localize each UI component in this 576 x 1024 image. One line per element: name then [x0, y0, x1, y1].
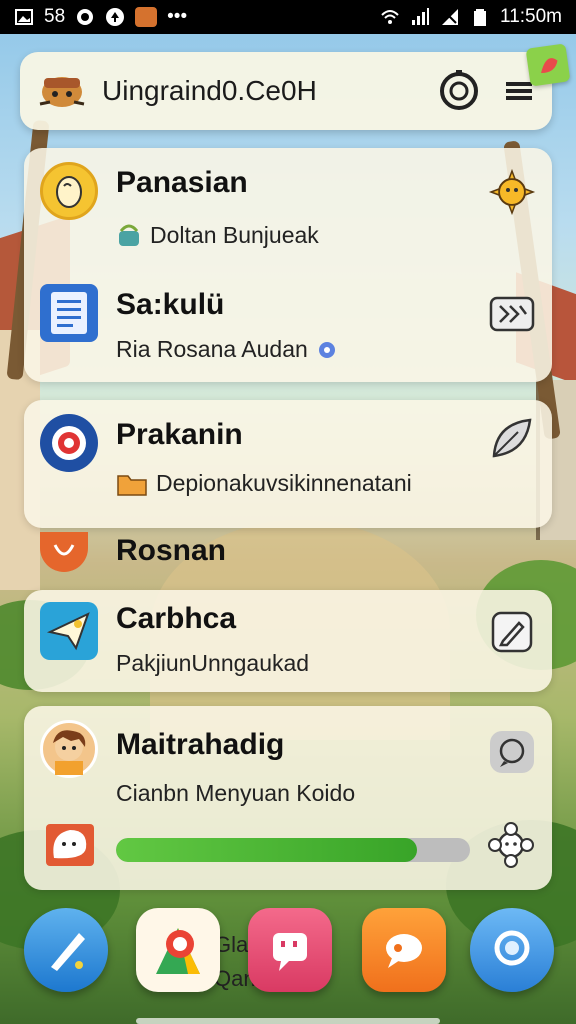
list-item[interactable]: Prakanin Depionakuvsikinnenatani — [24, 400, 552, 520]
item-title: Panasian — [116, 166, 248, 199]
ghost-icon — [44, 818, 98, 872]
wifi-icon — [381, 10, 399, 24]
status-bar: 58 ••• 11:50m — [0, 0, 576, 34]
edit-icon[interactable] — [488, 608, 536, 656]
maps-app-icon[interactable] — [136, 908, 220, 992]
paper-plane-icon — [40, 602, 98, 660]
list-item[interactable]: Maitrahadig Cianbn Menyuan Koido — [24, 706, 552, 890]
signal-icon — [412, 8, 430, 25]
folder-icon — [117, 474, 147, 496]
message-app-icon[interactable] — [362, 908, 446, 992]
arrow-up-icon — [106, 8, 125, 26]
card-prakanin: Prakanin Depionakuvsikinnenatani — [24, 400, 552, 528]
target-icon — [40, 414, 98, 472]
record-icon — [77, 9, 94, 25]
item-title: Rosnan — [116, 534, 227, 567]
card-maitrahadig: Maitrahadig Cianbn Menyuan Koido — [24, 706, 552, 890]
home-indicator — [136, 1018, 440, 1024]
avatar-icon — [40, 720, 98, 778]
shield-icon — [40, 532, 88, 572]
item-subtitle: PakjiunUnngaukad — [116, 650, 310, 676]
item-subtitle: Doltan Bunjueak — [150, 222, 319, 248]
list-item[interactable]: Panasian Doltan Bunjueak — [24, 148, 552, 268]
more-dots-icon: ••• — [167, 6, 188, 27]
document-icon — [40, 284, 98, 342]
sun-character-icon[interactable] — [488, 168, 536, 216]
item-subtitle: Cianbn Menyuan Koido — [116, 780, 356, 806]
progress-fill — [116, 838, 417, 862]
item-title: Sa:kulü — [116, 288, 225, 321]
app-dock: Gla Qan — [0, 900, 576, 1024]
leaf-icon[interactable] — [488, 414, 536, 462]
status-left-text: 58 — [44, 6, 66, 27]
app-title: Uingraind0.Ce0H — [102, 75, 317, 106]
no-signal-icon — [442, 9, 459, 25]
app-header: Uingraind0.Ce0H — [20, 52, 552, 130]
pen-app-icon[interactable] — [24, 908, 108, 992]
gear-badge-icon — [318, 341, 335, 358]
list-item[interactable]: Rosnan — [24, 528, 552, 584]
list-item[interactable]: Carbhca PakjiunUnngaukad — [24, 590, 552, 692]
settings-dial-icon[interactable] — [436, 68, 482, 114]
item-subtitle: Depionakuvsikinnenatani — [156, 470, 412, 496]
forward-icon[interactable] — [488, 290, 536, 338]
item-title: Maitrahadig — [116, 728, 285, 761]
app-notification-icon — [135, 7, 158, 27]
chat-app-icon[interactable] — [248, 908, 332, 992]
flower-settings-icon[interactable] — [486, 820, 536, 874]
item-subtitle: Ria Rosana Audan — [116, 336, 308, 362]
card-group-top: Panasian Doltan Bunjueak Sa:kulü Ria Ros… — [24, 148, 552, 382]
battery-icon — [474, 9, 487, 26]
progress-bar — [116, 838, 470, 862]
status-time: 11:50m — [500, 6, 562, 27]
item-title: Carbhca — [116, 602, 237, 635]
chat-bubble-icon[interactable] — [488, 728, 536, 776]
search-app-icon[interactable] — [470, 908, 554, 992]
item-title: Prakanin — [116, 418, 243, 451]
photo-icon — [15, 9, 33, 25]
basket-icon — [119, 224, 139, 246]
list-item[interactable]: Sa:kulü Ria Rosana Audan — [24, 270, 552, 390]
potato-character-icon — [40, 162, 98, 220]
card-carbhca: Carbhca PakjiunUnngaukad — [24, 590, 552, 692]
app-logo-icon — [39, 77, 85, 107]
sticker-icon — [525, 43, 571, 87]
